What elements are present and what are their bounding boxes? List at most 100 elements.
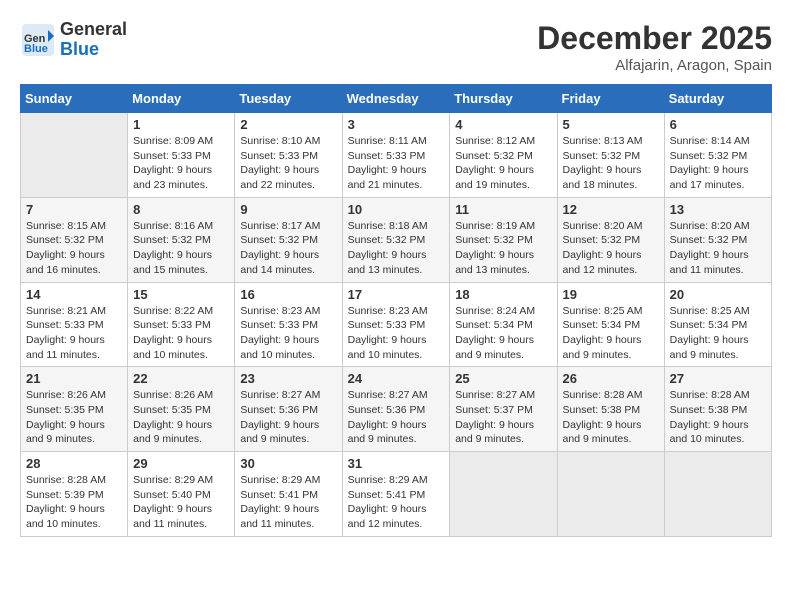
day-info: Sunrise: 8:17 AM Sunset: 5:32 PM Dayligh… xyxy=(240,219,336,278)
day-number: 7 xyxy=(26,202,122,217)
title-block: December 2025 Alfajarin, Aragon, Spain xyxy=(537,20,772,74)
weekday-header-saturday: Saturday xyxy=(664,85,771,113)
day-info: Sunrise: 8:21 AM Sunset: 5:33 PM Dayligh… xyxy=(26,304,122,363)
day-number: 14 xyxy=(26,287,122,302)
week-row-5: 28 Sunrise: 8:28 AM Sunset: 5:39 PM Dayl… xyxy=(21,452,772,537)
calendar-cell: 19 Sunrise: 8:25 AM Sunset: 5:34 PM Dayl… xyxy=(557,282,664,367)
calendar-table: SundayMondayTuesdayWednesdayThursdayFrid… xyxy=(20,84,772,537)
day-number: 27 xyxy=(670,371,766,386)
day-number: 4 xyxy=(455,117,551,132)
day-info: Sunrise: 8:29 AM Sunset: 5:41 PM Dayligh… xyxy=(348,473,445,532)
day-info: Sunrise: 8:28 AM Sunset: 5:38 PM Dayligh… xyxy=(563,388,659,447)
day-number: 10 xyxy=(348,202,445,217)
day-number: 18 xyxy=(455,287,551,302)
weekday-header-monday: Monday xyxy=(128,85,235,113)
calendar-cell: 8 Sunrise: 8:16 AM Sunset: 5:32 PM Dayli… xyxy=(128,197,235,282)
day-info: Sunrise: 8:15 AM Sunset: 5:32 PM Dayligh… xyxy=(26,219,122,278)
day-number: 30 xyxy=(240,456,336,471)
day-info: Sunrise: 8:22 AM Sunset: 5:33 PM Dayligh… xyxy=(133,304,229,363)
day-info: Sunrise: 8:28 AM Sunset: 5:38 PM Dayligh… xyxy=(670,388,766,447)
logo-blue-text: Blue xyxy=(60,40,127,60)
day-number: 24 xyxy=(348,371,445,386)
day-number: 16 xyxy=(240,287,336,302)
calendar-cell: 27 Sunrise: 8:28 AM Sunset: 5:38 PM Dayl… xyxy=(664,367,771,452)
day-info: Sunrise: 8:11 AM Sunset: 5:33 PM Dayligh… xyxy=(348,134,445,193)
day-info: Sunrise: 8:25 AM Sunset: 5:34 PM Dayligh… xyxy=(563,304,659,363)
calendar-cell: 12 Sunrise: 8:20 AM Sunset: 5:32 PM Dayl… xyxy=(557,197,664,282)
day-number: 28 xyxy=(26,456,122,471)
calendar-cell: 16 Sunrise: 8:23 AM Sunset: 5:33 PM Dayl… xyxy=(235,282,342,367)
weekday-header-thursday: Thursday xyxy=(450,85,557,113)
weekday-header-row: SundayMondayTuesdayWednesdayThursdayFrid… xyxy=(21,85,772,113)
calendar-cell: 25 Sunrise: 8:27 AM Sunset: 5:37 PM Dayl… xyxy=(450,367,557,452)
day-number: 25 xyxy=(455,371,551,386)
day-info: Sunrise: 8:16 AM Sunset: 5:32 PM Dayligh… xyxy=(133,219,229,278)
week-row-2: 7 Sunrise: 8:15 AM Sunset: 5:32 PM Dayli… xyxy=(21,197,772,282)
day-info: Sunrise: 8:14 AM Sunset: 5:32 PM Dayligh… xyxy=(670,134,766,193)
calendar-cell xyxy=(664,452,771,537)
calendar-cell: 18 Sunrise: 8:24 AM Sunset: 5:34 PM Dayl… xyxy=(450,282,557,367)
calendar-cell: 1 Sunrise: 8:09 AM Sunset: 5:33 PM Dayli… xyxy=(128,113,235,198)
calendar-cell: 24 Sunrise: 8:27 AM Sunset: 5:36 PM Dayl… xyxy=(342,367,450,452)
calendar-cell: 7 Sunrise: 8:15 AM Sunset: 5:32 PM Dayli… xyxy=(21,197,128,282)
calendar-cell: 4 Sunrise: 8:12 AM Sunset: 5:32 PM Dayli… xyxy=(450,113,557,198)
day-info: Sunrise: 8:20 AM Sunset: 5:32 PM Dayligh… xyxy=(670,219,766,278)
logo-icon: Gen Blue xyxy=(20,22,56,58)
calendar-cell: 10 Sunrise: 8:18 AM Sunset: 5:32 PM Dayl… xyxy=(342,197,450,282)
calendar-cell: 2 Sunrise: 8:10 AM Sunset: 5:33 PM Dayli… xyxy=(235,113,342,198)
day-number: 19 xyxy=(563,287,659,302)
calendar-cell xyxy=(557,452,664,537)
day-info: Sunrise: 8:28 AM Sunset: 5:39 PM Dayligh… xyxy=(26,473,122,532)
day-info: Sunrise: 8:26 AM Sunset: 5:35 PM Dayligh… xyxy=(133,388,229,447)
week-row-3: 14 Sunrise: 8:21 AM Sunset: 5:33 PM Dayl… xyxy=(21,282,772,367)
calendar-cell: 5 Sunrise: 8:13 AM Sunset: 5:32 PM Dayli… xyxy=(557,113,664,198)
day-number: 6 xyxy=(670,117,766,132)
day-number: 31 xyxy=(348,456,445,471)
day-info: Sunrise: 8:20 AM Sunset: 5:32 PM Dayligh… xyxy=(563,219,659,278)
month-title: December 2025 xyxy=(537,20,772,57)
day-info: Sunrise: 8:09 AM Sunset: 5:33 PM Dayligh… xyxy=(133,134,229,193)
day-number: 12 xyxy=(563,202,659,217)
day-number: 23 xyxy=(240,371,336,386)
day-info: Sunrise: 8:25 AM Sunset: 5:34 PM Dayligh… xyxy=(670,304,766,363)
day-number: 11 xyxy=(455,202,551,217)
day-info: Sunrise: 8:27 AM Sunset: 5:36 PM Dayligh… xyxy=(240,388,336,447)
calendar-cell: 15 Sunrise: 8:22 AM Sunset: 5:33 PM Dayl… xyxy=(128,282,235,367)
calendar-cell: 6 Sunrise: 8:14 AM Sunset: 5:32 PM Dayli… xyxy=(664,113,771,198)
weekday-header-sunday: Sunday xyxy=(21,85,128,113)
day-info: Sunrise: 8:27 AM Sunset: 5:37 PM Dayligh… xyxy=(455,388,551,447)
day-number: 26 xyxy=(563,371,659,386)
location-subtitle: Alfajarin, Aragon, Spain xyxy=(537,57,772,74)
logo-general-text: General xyxy=(60,20,127,40)
calendar-cell: 17 Sunrise: 8:23 AM Sunset: 5:33 PM Dayl… xyxy=(342,282,450,367)
calendar-cell: 3 Sunrise: 8:11 AM Sunset: 5:33 PM Dayli… xyxy=(342,113,450,198)
calendar-cell: 30 Sunrise: 8:29 AM Sunset: 5:41 PM Dayl… xyxy=(235,452,342,537)
day-number: 8 xyxy=(133,202,229,217)
day-number: 15 xyxy=(133,287,229,302)
day-number: 2 xyxy=(240,117,336,132)
weekday-header-wednesday: Wednesday xyxy=(342,85,450,113)
day-info: Sunrise: 8:23 AM Sunset: 5:33 PM Dayligh… xyxy=(348,304,445,363)
calendar-cell: 20 Sunrise: 8:25 AM Sunset: 5:34 PM Dayl… xyxy=(664,282,771,367)
day-info: Sunrise: 8:29 AM Sunset: 5:40 PM Dayligh… xyxy=(133,473,229,532)
calendar-cell: 13 Sunrise: 8:20 AM Sunset: 5:32 PM Dayl… xyxy=(664,197,771,282)
day-number: 17 xyxy=(348,287,445,302)
svg-text:Blue: Blue xyxy=(24,43,48,55)
day-number: 29 xyxy=(133,456,229,471)
day-info: Sunrise: 8:18 AM Sunset: 5:32 PM Dayligh… xyxy=(348,219,445,278)
calendar-cell xyxy=(21,113,128,198)
logo: Gen Blue General Blue xyxy=(20,20,127,60)
day-info: Sunrise: 8:26 AM Sunset: 5:35 PM Dayligh… xyxy=(26,388,122,447)
calendar-cell: 29 Sunrise: 8:29 AM Sunset: 5:40 PM Dayl… xyxy=(128,452,235,537)
calendar-cell: 28 Sunrise: 8:28 AM Sunset: 5:39 PM Dayl… xyxy=(21,452,128,537)
calendar-cell: 23 Sunrise: 8:27 AM Sunset: 5:36 PM Dayl… xyxy=(235,367,342,452)
day-number: 3 xyxy=(348,117,445,132)
calendar-cell: 11 Sunrise: 8:19 AM Sunset: 5:32 PM Dayl… xyxy=(450,197,557,282)
day-info: Sunrise: 8:10 AM Sunset: 5:33 PM Dayligh… xyxy=(240,134,336,193)
weekday-header-tuesday: Tuesday xyxy=(235,85,342,113)
day-info: Sunrise: 8:23 AM Sunset: 5:33 PM Dayligh… xyxy=(240,304,336,363)
day-number: 5 xyxy=(563,117,659,132)
day-info: Sunrise: 8:24 AM Sunset: 5:34 PM Dayligh… xyxy=(455,304,551,363)
day-info: Sunrise: 8:29 AM Sunset: 5:41 PM Dayligh… xyxy=(240,473,336,532)
day-number: 13 xyxy=(670,202,766,217)
